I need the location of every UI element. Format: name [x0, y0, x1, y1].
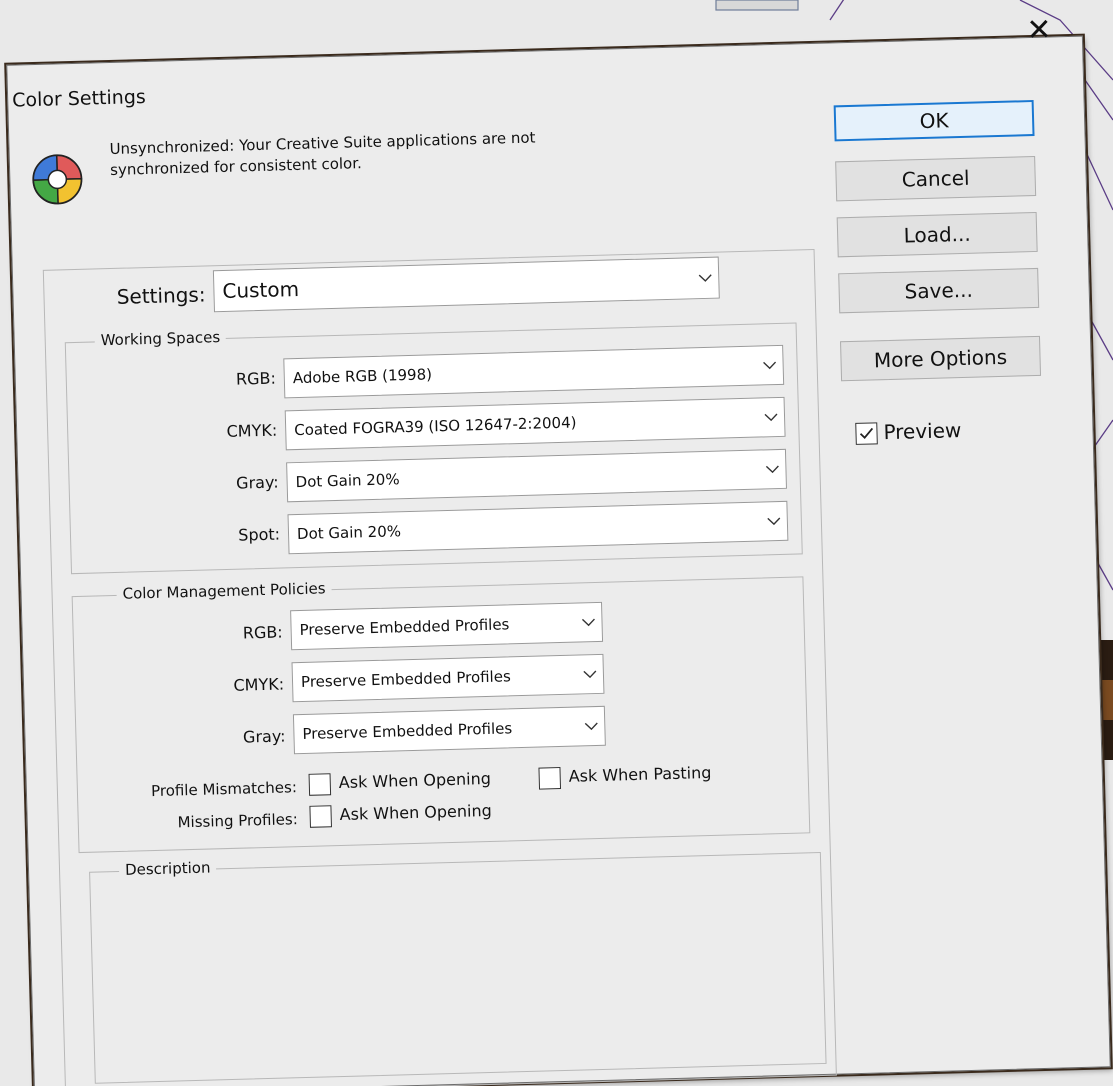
cancel-button[interactable]: Cancel [835, 155, 1037, 202]
policy-rgb-select[interactable]: Preserve Embedded Profiles [290, 601, 604, 651]
chevron-down-icon [760, 502, 787, 541]
chevron-down-icon [692, 258, 719, 299]
color-settings-dialog: Color Settings ✕ Unsynchronized: Your Cr… [6, 12, 1111, 1086]
chevron-down-icon [759, 450, 786, 489]
policy-cmyk-label: CMYK: [233, 674, 285, 695]
preview-checkbox[interactable] [855, 422, 878, 445]
missing-opening-checkbox[interactable] [309, 805, 332, 828]
dialog-title: Color Settings [11, 85, 147, 112]
more-options-button[interactable]: More Options [840, 335, 1042, 382]
color-settings-icon [32, 154, 83, 205]
ws-cmyk-label: CMYK: [226, 420, 278, 441]
checkmark-icon [859, 427, 874, 439]
ws-rgb-value: Adobe RGB (1998) [292, 365, 433, 388]
policy-gray-label: Gray: [242, 726, 286, 747]
preview-label: Preview [883, 418, 962, 445]
chevron-down-icon [576, 655, 603, 694]
policy-gray-select[interactable]: Preserve Embedded Profiles [292, 705, 606, 755]
ws-gray-value: Dot Gain 20% [295, 470, 400, 492]
policy-cmyk-select[interactable]: Preserve Embedded Profiles [291, 653, 605, 703]
policy-rgb-value: Preserve Embedded Profiles [299, 615, 510, 640]
ws-gray-label: Gray: [235, 472, 279, 493]
policy-cmyk-value: Preserve Embedded Profiles [300, 667, 512, 692]
settings-value: Custom [222, 276, 300, 303]
mismatch-opening-checkbox[interactable] [308, 773, 332, 796]
policy-rgb-label: RGB: [242, 622, 283, 643]
description-title: Description [118, 858, 217, 879]
sync-status-message: Unsynchronized: Your Creative Suite appl… [109, 128, 536, 179]
description-group [89, 852, 827, 1084]
ws-spot-label: Spot: [238, 524, 281, 545]
close-icon[interactable]: ✕ [1026, 12, 1052, 48]
chevron-down-icon [758, 398, 785, 437]
mismatch-pasting-checkbox[interactable] [538, 767, 562, 790]
load-button[interactable]: Load... [836, 211, 1038, 258]
chevron-down-icon [578, 707, 605, 746]
settings-label: Settings: [116, 282, 206, 309]
screen: Color Settings ✕ Unsynchronized: Your Cr… [0, 0, 1113, 1086]
ok-button[interactable]: OK [833, 99, 1035, 142]
chevron-down-icon [756, 346, 783, 385]
mismatch-pasting-text: Ask When Pasting [568, 762, 712, 786]
save-button[interactable]: Save... [838, 267, 1040, 314]
working-spaces-title: Working Spaces [94, 327, 227, 350]
chevron-down-icon [575, 603, 602, 642]
ws-cmyk-value: Coated FOGRA39 (ISO 12647-2:2004) [293, 413, 577, 440]
ws-spot-value: Dot Gain 20% [296, 522, 402, 544]
policy-gray-value: Preserve Embedded Profiles [302, 719, 513, 743]
ws-rgb-label: RGB: [235, 368, 277, 389]
